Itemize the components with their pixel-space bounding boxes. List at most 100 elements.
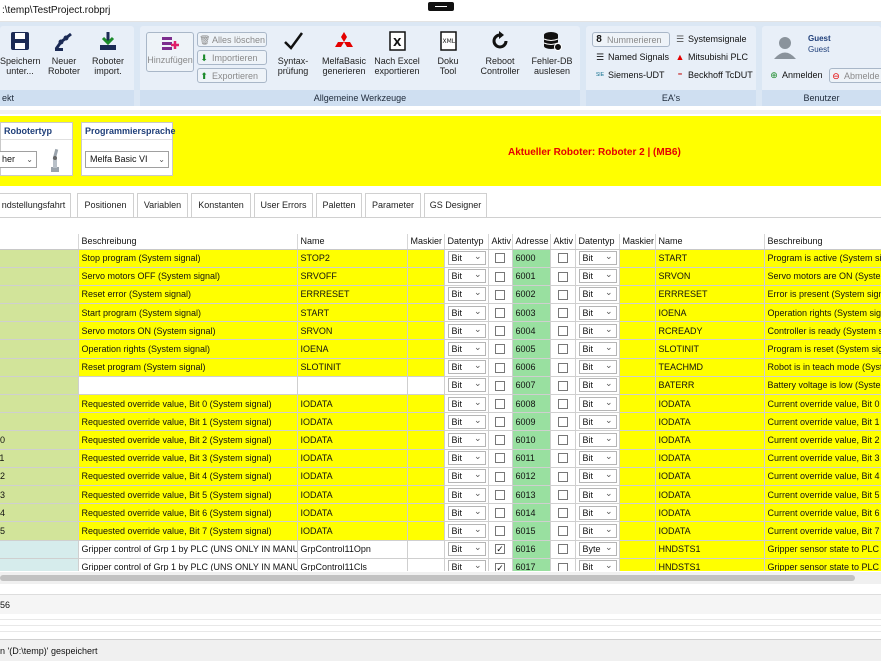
aktiv-checkbox[interactable] (495, 271, 505, 282)
aktiv-checkbox[interactable] (557, 562, 568, 571)
cell-name-2[interactable]: IODATA (655, 449, 765, 468)
aktiv-checkbox[interactable] (495, 471, 505, 482)
cell-name[interactable]: IODATA (297, 521, 408, 541)
aktiv-checkbox[interactable] (495, 344, 505, 355)
cell-maskier-2[interactable] (619, 558, 656, 571)
datentyp-dropdown[interactable]: Bit (447, 286, 486, 302)
datentyp-dropdown[interactable]: Bit (578, 250, 617, 266)
cell-beschreibung-2[interactable]: Current override value, Bit 7 (System si… (764, 521, 881, 541)
cell-maskier-2[interactable] (619, 503, 656, 523)
cell-maskier-2[interactable] (619, 303, 656, 323)
aktiv-checkbox[interactable] (495, 417, 505, 428)
cell-beschreibung[interactable]: Start program (System signal) (78, 303, 298, 323)
cell-maskier-2[interactable] (619, 358, 656, 377)
cell-beschreibung[interactable]: Requested override value, Bit 1 (System … (78, 412, 298, 432)
cell-bit[interactable]: Bit 0 (0, 540, 79, 559)
cell-beschreibung[interactable]: Requested override value, Bit 0 (System … (78, 394, 298, 414)
cell-maskier-2[interactable] (619, 412, 656, 432)
table-row[interactable]: Bit 0Gripper control of Grp 1 by PLC (UN… (0, 540, 881, 559)
cell-maskier-2[interactable] (619, 267, 656, 286)
cell-name-2[interactable]: TEACHMD (655, 358, 765, 377)
cell-maskier-2[interactable] (619, 321, 656, 341)
cell-beschreibung[interactable]: Servo motors ON (System signal) (78, 321, 298, 341)
cell-name-2[interactable]: ERRRESET (655, 285, 765, 305)
cell-maskier[interactable] (407, 267, 445, 286)
aktiv-checkbox[interactable] (495, 435, 505, 446)
datentyp-dropdown[interactable]: Bit (578, 523, 617, 538)
cell-beschreibung-2[interactable]: Gripper sensor state to PLC (System sign… (764, 558, 881, 571)
datentyp-dropdown[interactable]: Bit (447, 450, 486, 466)
cell-beschreibung[interactable]: Gripper control of Grp 1 by PLC (UNS ONL… (78, 558, 298, 571)
cell-name[interactable]: SLOTINIT (297, 358, 408, 377)
datentyp-dropdown[interactable]: Bit (447, 250, 486, 266)
datentyp-dropdown[interactable]: Bit (447, 305, 486, 320)
aktiv-checkbox[interactable] (557, 253, 568, 264)
datentyp-dropdown[interactable]: Bit (578, 305, 617, 320)
col-header-datentyp-2[interactable]: Datentyp (575, 234, 620, 250)
siemens-udt-button[interactable]: SIE Siemens-UDT (594, 68, 665, 83)
col-header-adresse[interactable]: Adresse (512, 234, 551, 250)
cell-maskier[interactable] (407, 449, 445, 468)
cell-beschreibung[interactable]: Operation rights (System signal) (78, 339, 298, 359)
cell-maskier[interactable] (407, 485, 445, 505)
aktiv-checkbox[interactable] (557, 344, 568, 355)
datentyp-dropdown[interactable]: Bit (447, 432, 486, 447)
datentyp-dropdown[interactable]: Bit (578, 468, 617, 484)
window-grip-handle[interactable] (428, 2, 454, 11)
col-header-beschreibung-2[interactable]: Beschreibung (764, 234, 881, 250)
datentyp-dropdown[interactable]: Bit (447, 541, 486, 557)
cell-beschreibung-2[interactable]: Current override value, Bit 6 (System si… (764, 503, 881, 523)
cell-maskier-2[interactable] (619, 449, 656, 468)
aktiv-checkbox[interactable] (557, 307, 568, 318)
datentyp-dropdown[interactable]: Bit (447, 468, 486, 484)
cell-bit[interactable]: Bit 13 (0, 485, 79, 505)
datentyp-dropdown[interactable]: Bit (578, 505, 617, 520)
col-header-aktiv[interactable]: Aktiv (488, 234, 513, 250)
cell-name[interactable]: ERRRESET (297, 285, 408, 305)
cell-name-2[interactable]: START (655, 249, 765, 268)
horizontal-scrollbar[interactable] (0, 572, 881, 584)
cell-name-2[interactable]: HNDSTS1 (655, 558, 765, 571)
melfabasic-button[interactable]: MelfaBasic generieren (320, 30, 368, 76)
cell-bit[interactable]: Bit 12 (0, 467, 79, 486)
cell-name[interactable]: IODATA (297, 412, 408, 432)
col-header-bit[interactable] (0, 234, 79, 250)
cell-name-2[interactable]: IODATA (655, 430, 765, 450)
cell-maskier[interactable] (407, 285, 445, 305)
exportieren-button[interactable]: ⬆ Exportieren (197, 68, 267, 83)
cell-bit[interactable]: Bit 0 (0, 249, 79, 268)
datentyp-dropdown[interactable]: Byte (578, 541, 617, 557)
cell-bit[interactable]: Bit 4 (0, 321, 79, 341)
cell-beschreibung-2[interactable]: Gripper sensor state to PLC (System sign… (764, 540, 881, 559)
cell-name[interactable] (297, 376, 408, 396)
datentyp-dropdown[interactable]: Bit (578, 323, 617, 338)
hinzufuegen-button[interactable]: Hinzufügen (146, 32, 194, 72)
cell-beschreibung-2[interactable]: Current override value, Bit 1 (System si… (764, 412, 881, 432)
cell-name[interactable]: IOENA (297, 339, 408, 359)
cell-bit[interactable]: Bit 8 (0, 394, 79, 414)
cell-beschreibung[interactable]: Requested override value, Bit 7 (System … (78, 521, 298, 541)
aktiv-checkbox[interactable] (557, 435, 568, 446)
cell-beschreibung-2[interactable]: Battery voltage is low (System signal) (764, 376, 881, 396)
aktiv-checkbox[interactable] (557, 362, 568, 373)
cell-maskier[interactable] (407, 503, 445, 523)
aktiv-checkbox[interactable] (557, 271, 568, 282)
aktiv-checkbox[interactable] (495, 326, 505, 337)
cell-name[interactable]: IODATA (297, 430, 408, 450)
cell-beschreibung-2[interactable]: Current override value, Bit 0 (System si… (764, 394, 881, 414)
col-header-name-2[interactable]: Name (655, 234, 765, 250)
aktiv-checkbox[interactable] (495, 307, 505, 318)
cell-maskier[interactable] (407, 521, 445, 541)
new-robot-button[interactable]: Neuer Roboter (45, 30, 83, 76)
table-row[interactable]: Bit 13Requested override value, Bit 5 (S… (0, 485, 881, 505)
datentyp-dropdown[interactable]: Bit (447, 414, 486, 429)
systemsignale-button[interactable]: ☰ Systemsignale (674, 32, 747, 47)
aktiv-checkbox[interactable] (557, 544, 568, 555)
cell-beschreibung[interactable]: Requested override value, Bit 2 (System … (78, 430, 298, 450)
cell-bit[interactable]: Bit 2 (0, 285, 79, 305)
aktiv-checkbox[interactable] (557, 289, 568, 300)
cell-beschreibung-2[interactable]: Current override value, Bit 5 (System si… (764, 485, 881, 505)
cell-beschreibung-2[interactable]: Controller is ready (System signal) (764, 321, 881, 341)
save-as-button[interactable]: Speichern unter... (0, 30, 41, 76)
cell-bit[interactable]: Bit 7 (0, 376, 79, 396)
